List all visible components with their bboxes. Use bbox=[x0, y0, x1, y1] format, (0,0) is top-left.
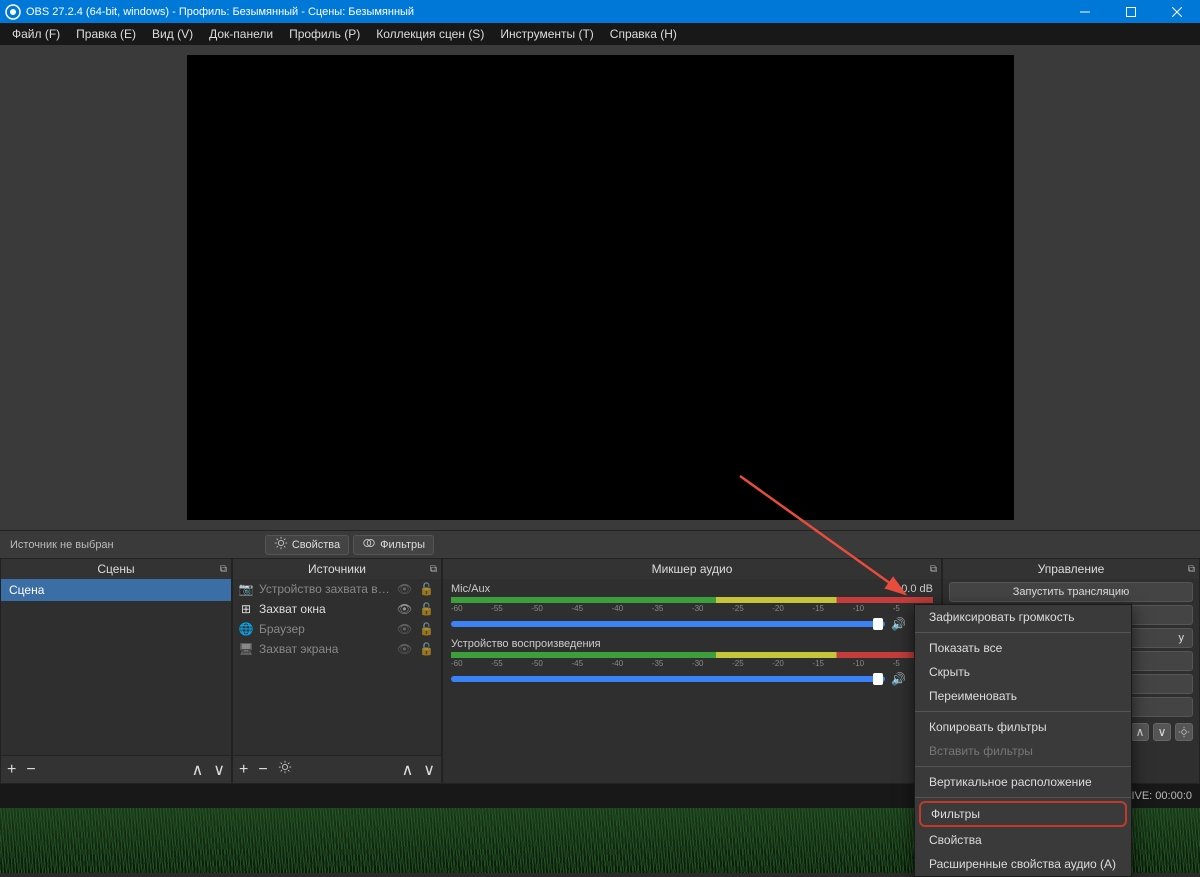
obs-logo-icon bbox=[5, 4, 21, 20]
context-advanced-audio[interactable]: Расширенные свойства аудио (A) bbox=[915, 852, 1131, 876]
undock-icon[interactable]: ⧉ bbox=[430, 564, 437, 575]
menu-help[interactable]: Справка (H) bbox=[602, 25, 685, 43]
menu-tools[interactable]: Инструменты (T) bbox=[492, 25, 601, 43]
visibility-icon[interactable]: 👁 bbox=[397, 602, 413, 616]
mixer-channel: Mic/Aux 0.0 dB -60-55-50-45-40-35-30-25-20… bbox=[443, 579, 941, 634]
audio-meter bbox=[451, 597, 933, 603]
volume-slider[interactable] bbox=[451, 676, 885, 682]
sources-header: Источники⧉ bbox=[233, 559, 441, 579]
scene-up-button[interactable]: ∧ bbox=[192, 760, 204, 780]
remove-source-button[interactable]: − bbox=[258, 761, 267, 779]
lock-icon[interactable]: 🔓 bbox=[419, 622, 435, 636]
undock-icon[interactable]: ⧉ bbox=[1188, 564, 1195, 575]
context-paste-filters: Вставить фильтры bbox=[915, 739, 1131, 763]
audio-meter bbox=[451, 652, 933, 658]
lock-icon[interactable]: 🔓 bbox=[419, 642, 435, 656]
minimize-button[interactable] bbox=[1062, 0, 1108, 23]
menu-docks[interactable]: Док-панели bbox=[201, 25, 281, 43]
scenes-header: Сцены⧉ bbox=[1, 559, 231, 579]
scenes-dock: Сцены⧉ Сцена + − ∧ ∨ bbox=[0, 558, 232, 784]
visibility-icon[interactable]: 👁 bbox=[397, 622, 413, 636]
source-up-button[interactable]: ∧ bbox=[402, 760, 414, 780]
source-item[interactable]: 📷 Устройство захвата видео 👁 🔓 bbox=[233, 579, 441, 599]
window-title: OBS 27.2.4 (64-bit, windows) - Профиль: … bbox=[26, 6, 1062, 18]
menu-profile[interactable]: Профиль (P) bbox=[281, 25, 368, 43]
mixer-context-menu: Зафиксировать громкость Показать все Скр… bbox=[914, 604, 1132, 877]
titlebar: OBS 27.2.4 (64-bit, windows) - Профиль: … bbox=[0, 0, 1200, 23]
camera-icon: 📷 bbox=[239, 582, 253, 596]
mixer-dock: Микшер аудио⧉ Mic/Aux 0.0 dB -60-55-50-45-… bbox=[442, 558, 942, 784]
context-copy-filters[interactable]: Копировать фильтры bbox=[915, 715, 1131, 739]
add-source-button[interactable]: + bbox=[239, 761, 248, 779]
context-filters[interactable]: Фильтры bbox=[919, 801, 1127, 827]
properties-button[interactable]: Свойства bbox=[265, 535, 349, 555]
menubar: Файл (F) Правка (E) Вид (V) Док-панели П… bbox=[0, 23, 1200, 45]
remove-scene-button[interactable]: − bbox=[26, 761, 35, 779]
volume-slider[interactable] bbox=[451, 621, 885, 627]
source-settings-button[interactable] bbox=[278, 760, 292, 779]
source-item[interactable]: ⊞ Захват окна 👁 🔓 bbox=[233, 599, 441, 619]
source-item[interactable]: 🖥 Захват экрана 👁 🔓 bbox=[233, 639, 441, 659]
filter-icon bbox=[362, 536, 376, 553]
context-lock-volume[interactable]: Зафиксировать громкость bbox=[915, 605, 1131, 629]
context-properties[interactable]: Свойства bbox=[915, 828, 1131, 852]
maximize-button[interactable] bbox=[1108, 0, 1154, 23]
context-show-all[interactable]: Показать все bbox=[915, 636, 1131, 660]
mixer-header: Микшер аудио⧉ bbox=[443, 559, 941, 579]
menu-edit[interactable]: Правка (E) bbox=[68, 25, 144, 43]
lock-icon[interactable]: 🔓 bbox=[419, 582, 435, 596]
scene-down-button[interactable]: ∨ bbox=[213, 760, 225, 780]
meter-ticks: -60-55-50-45-40-35-30-25-20-15-10-50 bbox=[451, 659, 933, 668]
gear-icon bbox=[274, 536, 288, 553]
source-item[interactable]: 🌐 Браузер 👁 🔓 bbox=[233, 619, 441, 639]
live-time: LIVE: 00:00:0 bbox=[1125, 790, 1192, 802]
menu-file[interactable]: Файл (F) bbox=[4, 25, 68, 43]
menu-scene-collection[interactable]: Коллекция сцен (S) bbox=[368, 25, 492, 43]
channel-name: Устройство воспроизведения bbox=[451, 638, 601, 650]
add-scene-button[interactable]: + bbox=[7, 761, 16, 779]
window-icon: ⊞ bbox=[239, 602, 253, 616]
source-toolbar: Источник не выбран Свойства Фильтры bbox=[0, 530, 1200, 558]
source-label: Браузер bbox=[259, 622, 391, 636]
sources-dock: Источники⧉ 📷 Устройство захвата видео 👁 🔓 ⊞ З… bbox=[232, 558, 442, 784]
visibility-icon[interactable]: 👁 bbox=[397, 582, 413, 596]
filters-button[interactable]: Фильтры bbox=[353, 535, 434, 555]
no-source-label: Источник не выбран bbox=[6, 539, 114, 551]
visibility-icon[interactable]: 👁 bbox=[397, 642, 413, 656]
start-stream-button[interactable]: Запустить трансляцию bbox=[949, 582, 1193, 602]
meter-ticks: -60-55-50-45-40-35-30-25-20-15-10-50 bbox=[451, 604, 933, 613]
monitor-icon: 🖥 bbox=[239, 642, 253, 656]
channel-name: Mic/Aux bbox=[451, 583, 490, 595]
scene-item[interactable]: Сцена bbox=[1, 579, 231, 601]
transition-settings-button[interactable] bbox=[1175, 723, 1193, 741]
transition-up-button[interactable]: ∧ bbox=[1131, 723, 1149, 741]
channel-db: 0.0 dB bbox=[901, 583, 933, 595]
source-label: Устройство захвата видео bbox=[259, 582, 391, 596]
transition-down-button[interactable]: ∨ bbox=[1153, 723, 1171, 741]
speaker-icon[interactable]: 🔊 bbox=[891, 617, 909, 631]
context-hide[interactable]: Скрыть bbox=[915, 660, 1131, 684]
lock-icon[interactable]: 🔓 bbox=[419, 602, 435, 616]
controls-header: Управление⧉ bbox=[943, 559, 1199, 579]
source-label: Захват окна bbox=[259, 602, 391, 616]
close-button[interactable] bbox=[1154, 0, 1200, 23]
source-down-button[interactable]: ∨ bbox=[423, 760, 435, 780]
scenes-footer: + − ∧ ∨ bbox=[1, 755, 231, 783]
preview-area bbox=[0, 45, 1200, 530]
sources-footer: + − ∧ ∨ bbox=[233, 755, 441, 783]
speaker-icon[interactable]: 🔊 bbox=[891, 672, 909, 686]
context-rename[interactable]: Переименовать bbox=[915, 684, 1131, 708]
mixer-channel: Устройство воспроизведения0.0-60-55-50-4… bbox=[443, 634, 941, 689]
undock-icon[interactable]: ⧉ bbox=[220, 564, 227, 575]
menu-view[interactable]: Вид (V) bbox=[144, 25, 201, 43]
context-vertical-layout[interactable]: Вертикальное расположение bbox=[915, 770, 1131, 794]
globe-icon: 🌐 bbox=[239, 622, 253, 636]
preview-canvas[interactable] bbox=[187, 55, 1014, 520]
source-label: Захват экрана bbox=[259, 642, 391, 656]
undock-icon[interactable]: ⧉ bbox=[930, 564, 937, 575]
